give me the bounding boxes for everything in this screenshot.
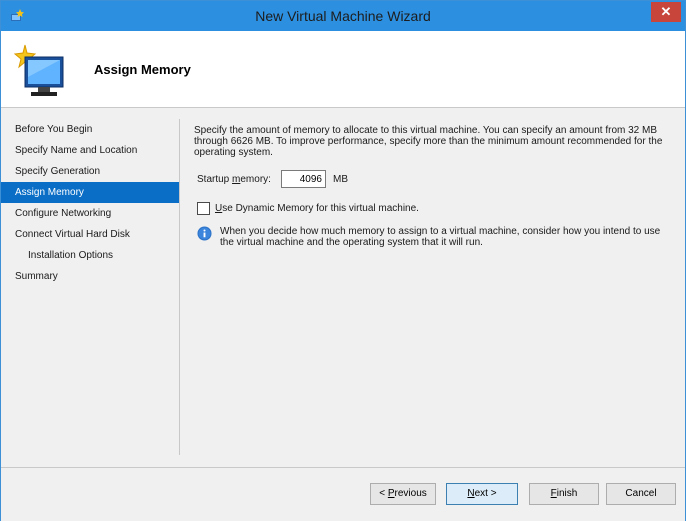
previous-button-text: revious (394, 488, 427, 499)
page-title: Assign Memory (94, 62, 191, 77)
nav-item-summary[interactable]: Summary (1, 266, 183, 287)
nav-item-before-you-begin[interactable]: Before You Begin (1, 119, 183, 140)
page-header: Assign Memory (1, 31, 685, 108)
startup-memory-row: Startup memory: MB (194, 170, 494, 190)
previous-button-prefix: < (379, 488, 388, 499)
next-button-text: ext > (474, 488, 497, 499)
nav-item-installation-options[interactable]: Installation Options (1, 245, 183, 266)
wizard-steps: Before You Begin Specify Name and Locati… (1, 119, 183, 287)
startup-memory-input[interactable] (281, 170, 326, 188)
next-button[interactable]: Next > (446, 483, 518, 505)
finish-button-text: inish (556, 488, 578, 499)
main-content: Specify the amount of memory to allocate… (194, 125, 674, 248)
cancel-button[interactable]: Cancel (606, 483, 676, 505)
title-bar[interactable]: New Virtual Machine Wizard ✕ (1, 1, 685, 31)
nav-item-configure-networking[interactable]: Configure Networking (1, 203, 183, 224)
nav-item-specify-name-location[interactable]: Specify Name and Location (1, 140, 183, 161)
new-vm-icon (13, 44, 64, 96)
nav-item-specify-generation[interactable]: Specify Generation (1, 161, 183, 182)
close-button[interactable]: ✕ (651, 2, 681, 22)
button-bar: < Previous Next > Finish Cancel (1, 467, 685, 521)
nav-item-connect-virtual-hard-disk[interactable]: Connect Virtual Hard Disk (1, 224, 183, 245)
dynamic-memory-checkbox[interactable] (197, 202, 210, 215)
memory-unit-label: MB (333, 174, 348, 185)
finish-button[interactable]: Finish (529, 483, 599, 505)
close-icon: ✕ (660, 4, 672, 19)
divider (179, 119, 180, 455)
dynamic-memory-option[interactable]: Use Dynamic Memory for this virtual mach… (194, 202, 594, 216)
info-icon (197, 226, 212, 241)
previous-button-mnemonic: P (387, 488, 395, 499)
startup-memory-label-start: Startup (197, 174, 233, 185)
startup-memory-label: Startup memory: (197, 174, 271, 185)
wizard-window: New Virtual Machine Wizard ✕ Assign Memo… (0, 0, 686, 521)
dynamic-memory-label-text: se Dynamic Memory for this virtual machi… (222, 203, 419, 214)
description-text: Specify the amount of memory to allocate… (194, 125, 663, 158)
window-title: New Virtual Machine Wizard (255, 8, 431, 24)
info-text: When you decide how much memory to assig… (220, 226, 661, 248)
dynamic-memory-label: Use Dynamic Memory for this virtual mach… (215, 203, 419, 214)
nav-item-assign-memory[interactable]: Assign Memory (1, 182, 179, 203)
next-button-mnemonic: N (467, 488, 475, 499)
previous-button[interactable]: < Previous (370, 483, 436, 505)
startup-memory-label-end: emory: (240, 174, 271, 185)
